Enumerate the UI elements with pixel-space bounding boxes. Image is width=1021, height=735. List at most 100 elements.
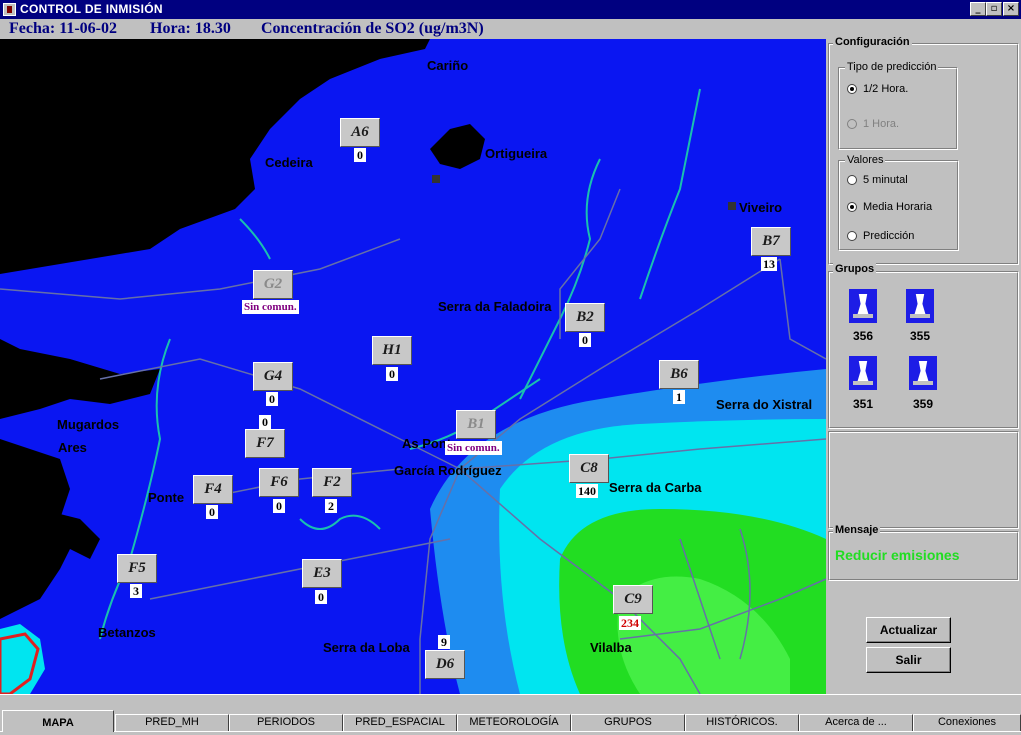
tab-periodos[interactable]: PERIODOS bbox=[229, 714, 343, 731]
radio-one-hour-dot[interactable] bbox=[847, 119, 857, 129]
station-f5[interactable]: F5 bbox=[117, 554, 157, 583]
tab-grupos[interactable]: GRUPOS bbox=[571, 714, 685, 731]
town-garcia-rodriguez: García Rodríguez bbox=[394, 463, 502, 478]
radio-5-minutal[interactable]: 5 minutal bbox=[847, 174, 908, 186]
town-cedeira: Cedeira bbox=[265, 155, 313, 170]
radio-5-minutal-dot[interactable] bbox=[847, 175, 857, 185]
town-ares: Ares bbox=[58, 440, 87, 455]
town-ferrol: Ferrol bbox=[76, 378, 113, 393]
tab-pred-mh[interactable]: PRED_MH bbox=[115, 714, 229, 731]
station-d6[interactable]: D6 bbox=[425, 650, 465, 679]
station-h1-value: 0 bbox=[386, 367, 398, 381]
station-c9-value: 234 bbox=[619, 616, 641, 630]
tab-acerca[interactable]: Acerca de ... bbox=[799, 714, 913, 731]
station-e3[interactable]: E3 bbox=[302, 559, 342, 588]
town-mugardos: Mugardos bbox=[57, 417, 120, 432]
radio-media-horaria[interactable]: Media Horaria bbox=[847, 201, 932, 213]
station-b1[interactable]: B1 bbox=[456, 410, 496, 439]
radio-one-hour-label: 1 Hora. bbox=[863, 118, 900, 130]
station-f4-value: 0 bbox=[206, 505, 218, 519]
town-ortigueira: Ortigueira bbox=[485, 146, 548, 161]
maximize-button[interactable]: ▫ bbox=[986, 2, 1002, 16]
station-f6[interactable]: F6 bbox=[259, 468, 299, 497]
radio-one-hour[interactable]: 1 Hora. bbox=[847, 118, 899, 130]
radio-5-minutal-label: 5 minutal bbox=[863, 174, 908, 186]
radio-half-hour[interactable]: 1/2 Hora. bbox=[847, 83, 908, 95]
station-a6[interactable]: A6 bbox=[340, 118, 380, 147]
station-g2[interactable]: G2 bbox=[253, 270, 293, 299]
window-title: CONTROL DE INMISIÓN bbox=[20, 2, 163, 16]
station-b6-value: 1 bbox=[673, 390, 685, 404]
station-f2[interactable]: F2 bbox=[312, 468, 352, 497]
prediction-type-box bbox=[838, 67, 958, 150]
radio-prediccion-label: Predicción bbox=[863, 230, 915, 242]
station-e3-value: 0 bbox=[315, 590, 327, 604]
town-faladoira: Serra da Faladoira bbox=[438, 299, 552, 314]
station-a6-value: 0 bbox=[354, 148, 366, 162]
power-plant-icon[interactable] bbox=[909, 356, 937, 390]
station-b6[interactable]: B6 bbox=[659, 360, 699, 389]
concentration-label: Concentración de SO2 (ug/m3N) bbox=[261, 20, 484, 37]
config-title: Configuración bbox=[833, 36, 912, 48]
spacer-box bbox=[828, 431, 1019, 529]
town-pontedeume: Ponte bbox=[148, 490, 185, 505]
tab-historicos[interactable]: HISTÓRICOS. bbox=[685, 714, 799, 731]
values-title: Valores bbox=[845, 154, 886, 166]
station-g2-value: Sin comun. bbox=[242, 300, 299, 314]
town-viveiro: Viveiro bbox=[739, 200, 783, 215]
tab-conexiones[interactable]: Conexiones bbox=[913, 714, 1021, 731]
station-f4[interactable]: F4 bbox=[193, 475, 233, 504]
station-g4-value: 0 bbox=[266, 392, 278, 406]
tab-bar: MAPA PRED_MH PERIODOS PRED_ESPACIAL METE… bbox=[0, 694, 1021, 735]
power-plant-icon[interactable] bbox=[849, 356, 877, 390]
station-b1-value: Sin comun. bbox=[445, 441, 502, 455]
exit-button[interactable]: Salir bbox=[866, 647, 951, 673]
title-bar: CONTROL DE INMISIÓN _ ▫ × bbox=[0, 0, 1021, 19]
tab-meteorologia[interactable]: METEOROLOGÍA bbox=[457, 714, 571, 731]
station-b2[interactable]: B2 bbox=[565, 303, 605, 332]
station-d6-value: 9 bbox=[438, 635, 450, 649]
minimize-button[interactable]: _ bbox=[970, 2, 986, 16]
station-h1[interactable]: H1 bbox=[372, 336, 412, 365]
station-b7[interactable]: B7 bbox=[751, 227, 791, 256]
group-356-label: 356 bbox=[852, 329, 874, 343]
station-c9[interactable]: C9 bbox=[613, 585, 653, 614]
town-carba: Serra da Carba bbox=[609, 480, 702, 495]
radio-prediccion-dot[interactable] bbox=[847, 231, 857, 241]
map-drawing bbox=[0, 39, 826, 694]
group-351-label: 351 bbox=[852, 397, 874, 411]
station-f7-value: 0 bbox=[259, 415, 271, 429]
info-bar: Fecha: 11-06-02 Hora: 18.30 Concentració… bbox=[0, 19, 826, 39]
station-b2-value: 0 bbox=[579, 333, 591, 347]
station-c8[interactable]: C8 bbox=[569, 454, 609, 483]
town-serra-loba: Serra da Loba bbox=[323, 640, 410, 655]
update-button[interactable]: Actualizar bbox=[866, 617, 951, 643]
town-carino: Cariño bbox=[427, 58, 469, 73]
tab-pred-espacial[interactable]: PRED_ESPACIAL bbox=[343, 714, 457, 731]
message-text: Reducir emisiones bbox=[835, 547, 960, 563]
prediction-type-title: Tipo de predicción bbox=[845, 61, 939, 73]
power-plant-icon[interactable] bbox=[849, 289, 877, 323]
close-button[interactable]: × bbox=[1003, 2, 1019, 16]
station-c8-value: 140 bbox=[576, 484, 598, 498]
power-plant-icon[interactable] bbox=[906, 289, 934, 323]
radio-half-hour-dot[interactable] bbox=[847, 84, 857, 94]
station-g4[interactable]: G4 bbox=[253, 362, 293, 391]
station-f7[interactable]: F7 bbox=[245, 429, 285, 458]
date-label: Fecha: 11-06-02 bbox=[9, 20, 117, 37]
radio-media-horaria-dot[interactable] bbox=[847, 202, 857, 212]
town-sada: Sada bbox=[10, 517, 42, 532]
station-f6-value: 0 bbox=[273, 499, 285, 513]
time-label: Hora: 18.30 bbox=[150, 20, 231, 37]
tab-mapa[interactable]: MAPA bbox=[2, 710, 114, 732]
message-title: Mensaje bbox=[833, 524, 881, 536]
group-359-label: 359 bbox=[912, 397, 934, 411]
station-b7-value: 13 bbox=[761, 257, 777, 271]
app-icon[interactable] bbox=[3, 3, 16, 16]
town-vilalba: Vilalba bbox=[590, 640, 632, 655]
radio-prediccion[interactable]: Predicción bbox=[847, 230, 914, 242]
map-view[interactable]: Cariño Cedeira Ortigueira Viveiro Serra … bbox=[0, 39, 826, 694]
town-betanzos: Betanzos bbox=[98, 625, 156, 640]
ortigueira-ria bbox=[430, 124, 485, 169]
side-panel: Configuración Tipo de predicción 1/2 Hor… bbox=[826, 33, 1021, 694]
